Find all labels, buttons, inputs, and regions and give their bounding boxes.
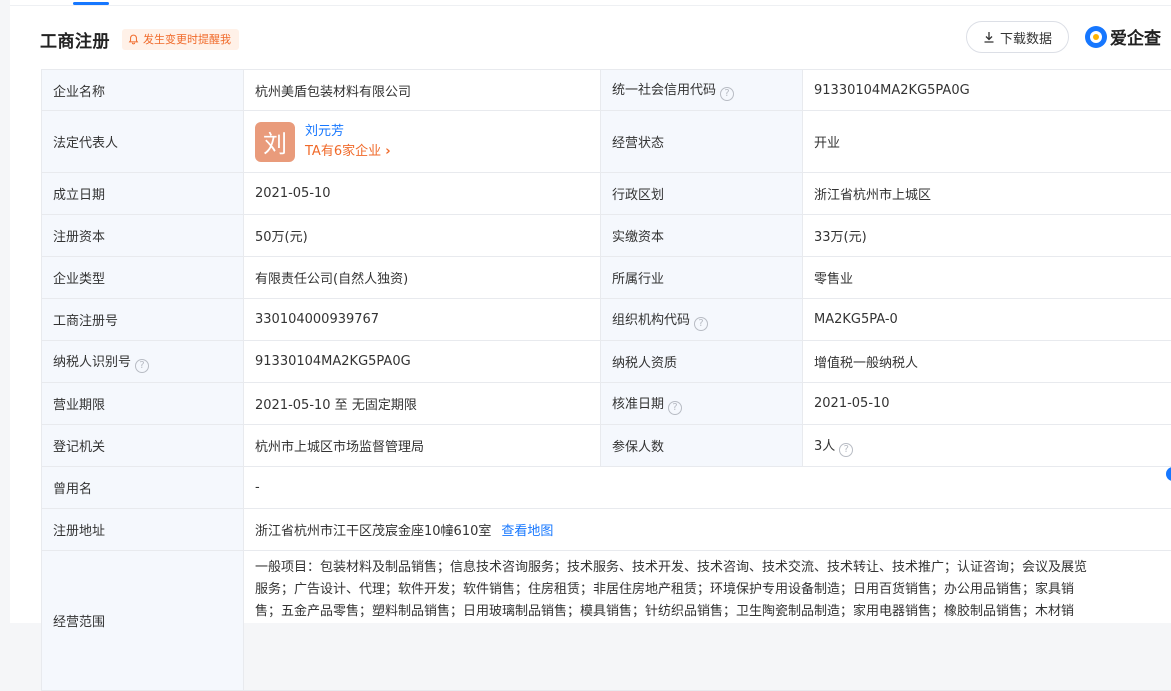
related-companies-link[interactable]: TA有6家企业 › <box>305 142 391 162</box>
aiqicha-logo-text: 爱企查 <box>1110 24 1161 49</box>
table-row: 工商注册号 330104000939767 组织机构代码? MA2KG5PA-0 <box>42 299 1171 341</box>
business-scope-value: 一般项目：包装材料及制品销售；信息技术咨询服务；技术服务、技术开发、技术咨询、技… <box>244 551 1171 691</box>
help-icon[interactable]: ? <box>668 401 682 415</box>
table-row: 登记机关 杭州市上城区市场监督管理局 参保人数 3人? <box>42 425 1171 467</box>
field-label: 参保人数 <box>601 425 803 467</box>
insured-count-cell: 3人? <box>803 425 1171 467</box>
aiqicha-logo-icon <box>1085 26 1107 48</box>
table-row: 成立日期 2021-05-10 行政区划 浙江省杭州市上城区 <box>42 173 1171 215</box>
table-row: 注册资本 50万(元) 实缴资本 33万(元) <box>42 215 1171 257</box>
business-scope-line: 售；五金产品零售；塑料制品销售；日用玻璃制品销售；模具销售；针纺织品销售；卫生陶… <box>255 601 1162 623</box>
field-label-taxpayer-id: 纳税人识别号? <box>42 341 244 383</box>
field-label-approval-date: 核准日期? <box>601 383 803 425</box>
taxpayer-id-value: 91330104MA2KG5PA0G <box>244 341 601 383</box>
former-name-value: - <box>244 467 1171 509</box>
avatar[interactable]: 刘 <box>255 122 295 162</box>
chevron-right-icon: › <box>385 144 390 159</box>
legal-representative-cell: 刘 刘元芳 TA有6家企业 › <box>244 111 601 173</box>
credit-code-value: 91330104MA2KG5PA0G <box>803 70 1171 111</box>
business-term-value: 2021-05-10 至 无固定期限 <box>244 383 601 425</box>
aiqicha-logo: 爱企查 <box>1085 24 1161 49</box>
bell-icon <box>128 34 139 45</box>
help-icon[interactable]: ? <box>839 443 853 457</box>
table-row: 营业期限 2021-05-10 至 无固定期限 核准日期? 2021-05-10 <box>42 383 1171 425</box>
registered-address-cell: 浙江省杭州市江干区茂宸金座10幢610室查看地图 <box>244 509 1171 551</box>
admin-region-value: 浙江省杭州市上城区 <box>803 173 1171 215</box>
paid-in-capital-value: 33万(元) <box>803 215 1171 257</box>
table-row: 纳税人识别号? 91330104MA2KG5PA0G 纳税人资质 增值税一般纳税… <box>42 341 1171 383</box>
help-icon[interactable]: ? <box>135 359 149 373</box>
field-label: 行政区划 <box>601 173 803 215</box>
section-header: 工商注册 发生变更时提醒我 <box>40 22 239 56</box>
table-row: 经营范围 一般项目：包装材料及制品销售；信息技术咨询服务；技术服务、技术开发、技… <box>42 551 1171 691</box>
field-label-text: 纳税人识别号 <box>53 355 131 370</box>
field-label: 经营范围 <box>42 551 244 691</box>
field-label-text: 统一社会信用代码 <box>612 83 716 98</box>
change-reminder-label: 发生变更时提醒我 <box>143 31 231 47</box>
table-row: 企业类型 有限责任公司(自然人独资) 所属行业 零售业 <box>42 257 1171 299</box>
field-label-text: 组织机构代码 <box>612 313 690 328</box>
field-label: 纳税人资质 <box>601 341 803 383</box>
related-companies-label: TA有6家企业 <box>305 144 381 159</box>
table-row: 注册地址 浙江省杭州市江干区茂宸金座10幢610室查看地图 <box>42 509 1171 551</box>
org-code-value: MA2KG5PA-0 <box>803 299 1171 341</box>
insured-count-value: 3人 <box>814 439 835 454</box>
field-label: 曾用名 <box>42 467 244 509</box>
field-label: 法定代表人 <box>42 111 244 173</box>
view-map-link[interactable]: 查看地图 <box>501 524 553 539</box>
field-label: 注册地址 <box>42 509 244 551</box>
registered-capital-value: 50万(元) <box>244 215 601 257</box>
table-row: 法定代表人 刘 刘元芳 TA有6家企业 › 经营状态 开业 <box>42 111 1171 173</box>
field-label: 所属行业 <box>601 257 803 299</box>
approval-date-value: 2021-05-10 <box>803 383 1171 425</box>
field-label: 营业期限 <box>42 383 244 425</box>
company-type-value: 有限责任公司(自然人独资) <box>244 257 601 299</box>
field-label: 成立日期 <box>42 173 244 215</box>
download-data-button[interactable]: 下载数据 <box>966 21 1069 53</box>
field-label-text: 核准日期 <box>612 397 664 412</box>
field-label: 实缴资本 <box>601 215 803 257</box>
legal-representative-link[interactable]: 刘元芳 <box>305 122 391 142</box>
section-title: 工商注册 <box>40 27 110 52</box>
registered-address-value: 浙江省杭州市江干区茂宸金座10幢610室 <box>255 524 491 539</box>
download-icon <box>983 31 995 43</box>
download-data-label: 下载数据 <box>1000 28 1052 47</box>
operating-status-value: 开业 <box>803 111 1171 173</box>
taxpayer-qualification-value: 增值税一般纳税人 <box>803 341 1171 383</box>
field-label: 企业类型 <box>42 257 244 299</box>
registration-info-table: 企业名称 杭州美盾包装材料有限公司 统一社会信用代码? 91330104MA2K… <box>41 69 1171 691</box>
help-icon[interactable]: ? <box>694 317 708 331</box>
company-name-value: 杭州美盾包装材料有限公司 <box>244 70 601 111</box>
active-tab-indicator <box>73 2 109 5</box>
field-label: 登记机关 <box>42 425 244 467</box>
business-reg-no-value: 330104000939767 <box>244 299 601 341</box>
field-label: 工商注册号 <box>42 299 244 341</box>
industry-value: 零售业 <box>803 257 1171 299</box>
establish-date-value: 2021-05-10 <box>244 173 601 215</box>
field-label: 注册资本 <box>42 215 244 257</box>
table-row: 曾用名 - <box>42 467 1171 509</box>
help-icon[interactable]: ? <box>720 87 734 101</box>
tab-strip <box>10 0 1171 6</box>
field-label: 企业名称 <box>42 70 244 111</box>
business-scope-line: 服务；广告设计、代理；软件开发；软件销售；住房租赁；非居住房地产租赁；环境保护专… <box>255 579 1162 601</box>
registration-authority-value: 杭州市上城区市场监督管理局 <box>244 425 601 467</box>
table-row: 企业名称 杭州美盾包装材料有限公司 统一社会信用代码? 91330104MA2K… <box>42 70 1171 111</box>
field-label-credit-code: 统一社会信用代码? <box>601 70 803 111</box>
field-label: 经营状态 <box>601 111 803 173</box>
business-scope-line: 一般项目：包装材料及制品销售；信息技术咨询服务；技术服务、技术开发、技术咨询、技… <box>255 557 1162 579</box>
change-reminder-button[interactable]: 发生变更时提醒我 <box>122 29 239 50</box>
field-label-org-code: 组织机构代码? <box>601 299 803 341</box>
